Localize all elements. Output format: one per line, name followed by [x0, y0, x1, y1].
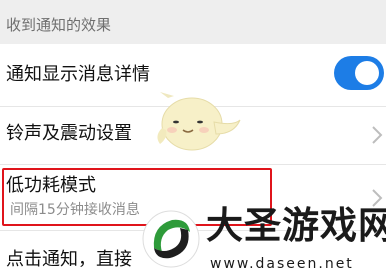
chevron-right-icon: [372, 126, 383, 144]
watermark-title: 大圣游戏网: [206, 204, 386, 247]
toggle-knob: [355, 61, 379, 85]
setting-row-title: 铃声及震动设置: [6, 123, 132, 144]
section-header-label: 收到通知的效果: [6, 16, 112, 34]
watermark-logo-icon: [142, 210, 200, 268]
section-header: 收到通知的效果: [0, 0, 386, 44]
setting-row-title: 点击通知，直接: [6, 249, 132, 270]
setting-row-title: 通知显示消息详情: [6, 64, 150, 85]
show-detail-toggle[interactable]: [334, 56, 384, 90]
watermark: 大圣游戏网 www.daseen.net: [138, 200, 386, 280]
mascot-icon: [157, 92, 241, 151]
watermark-url: www.daseen.net: [210, 256, 354, 272]
